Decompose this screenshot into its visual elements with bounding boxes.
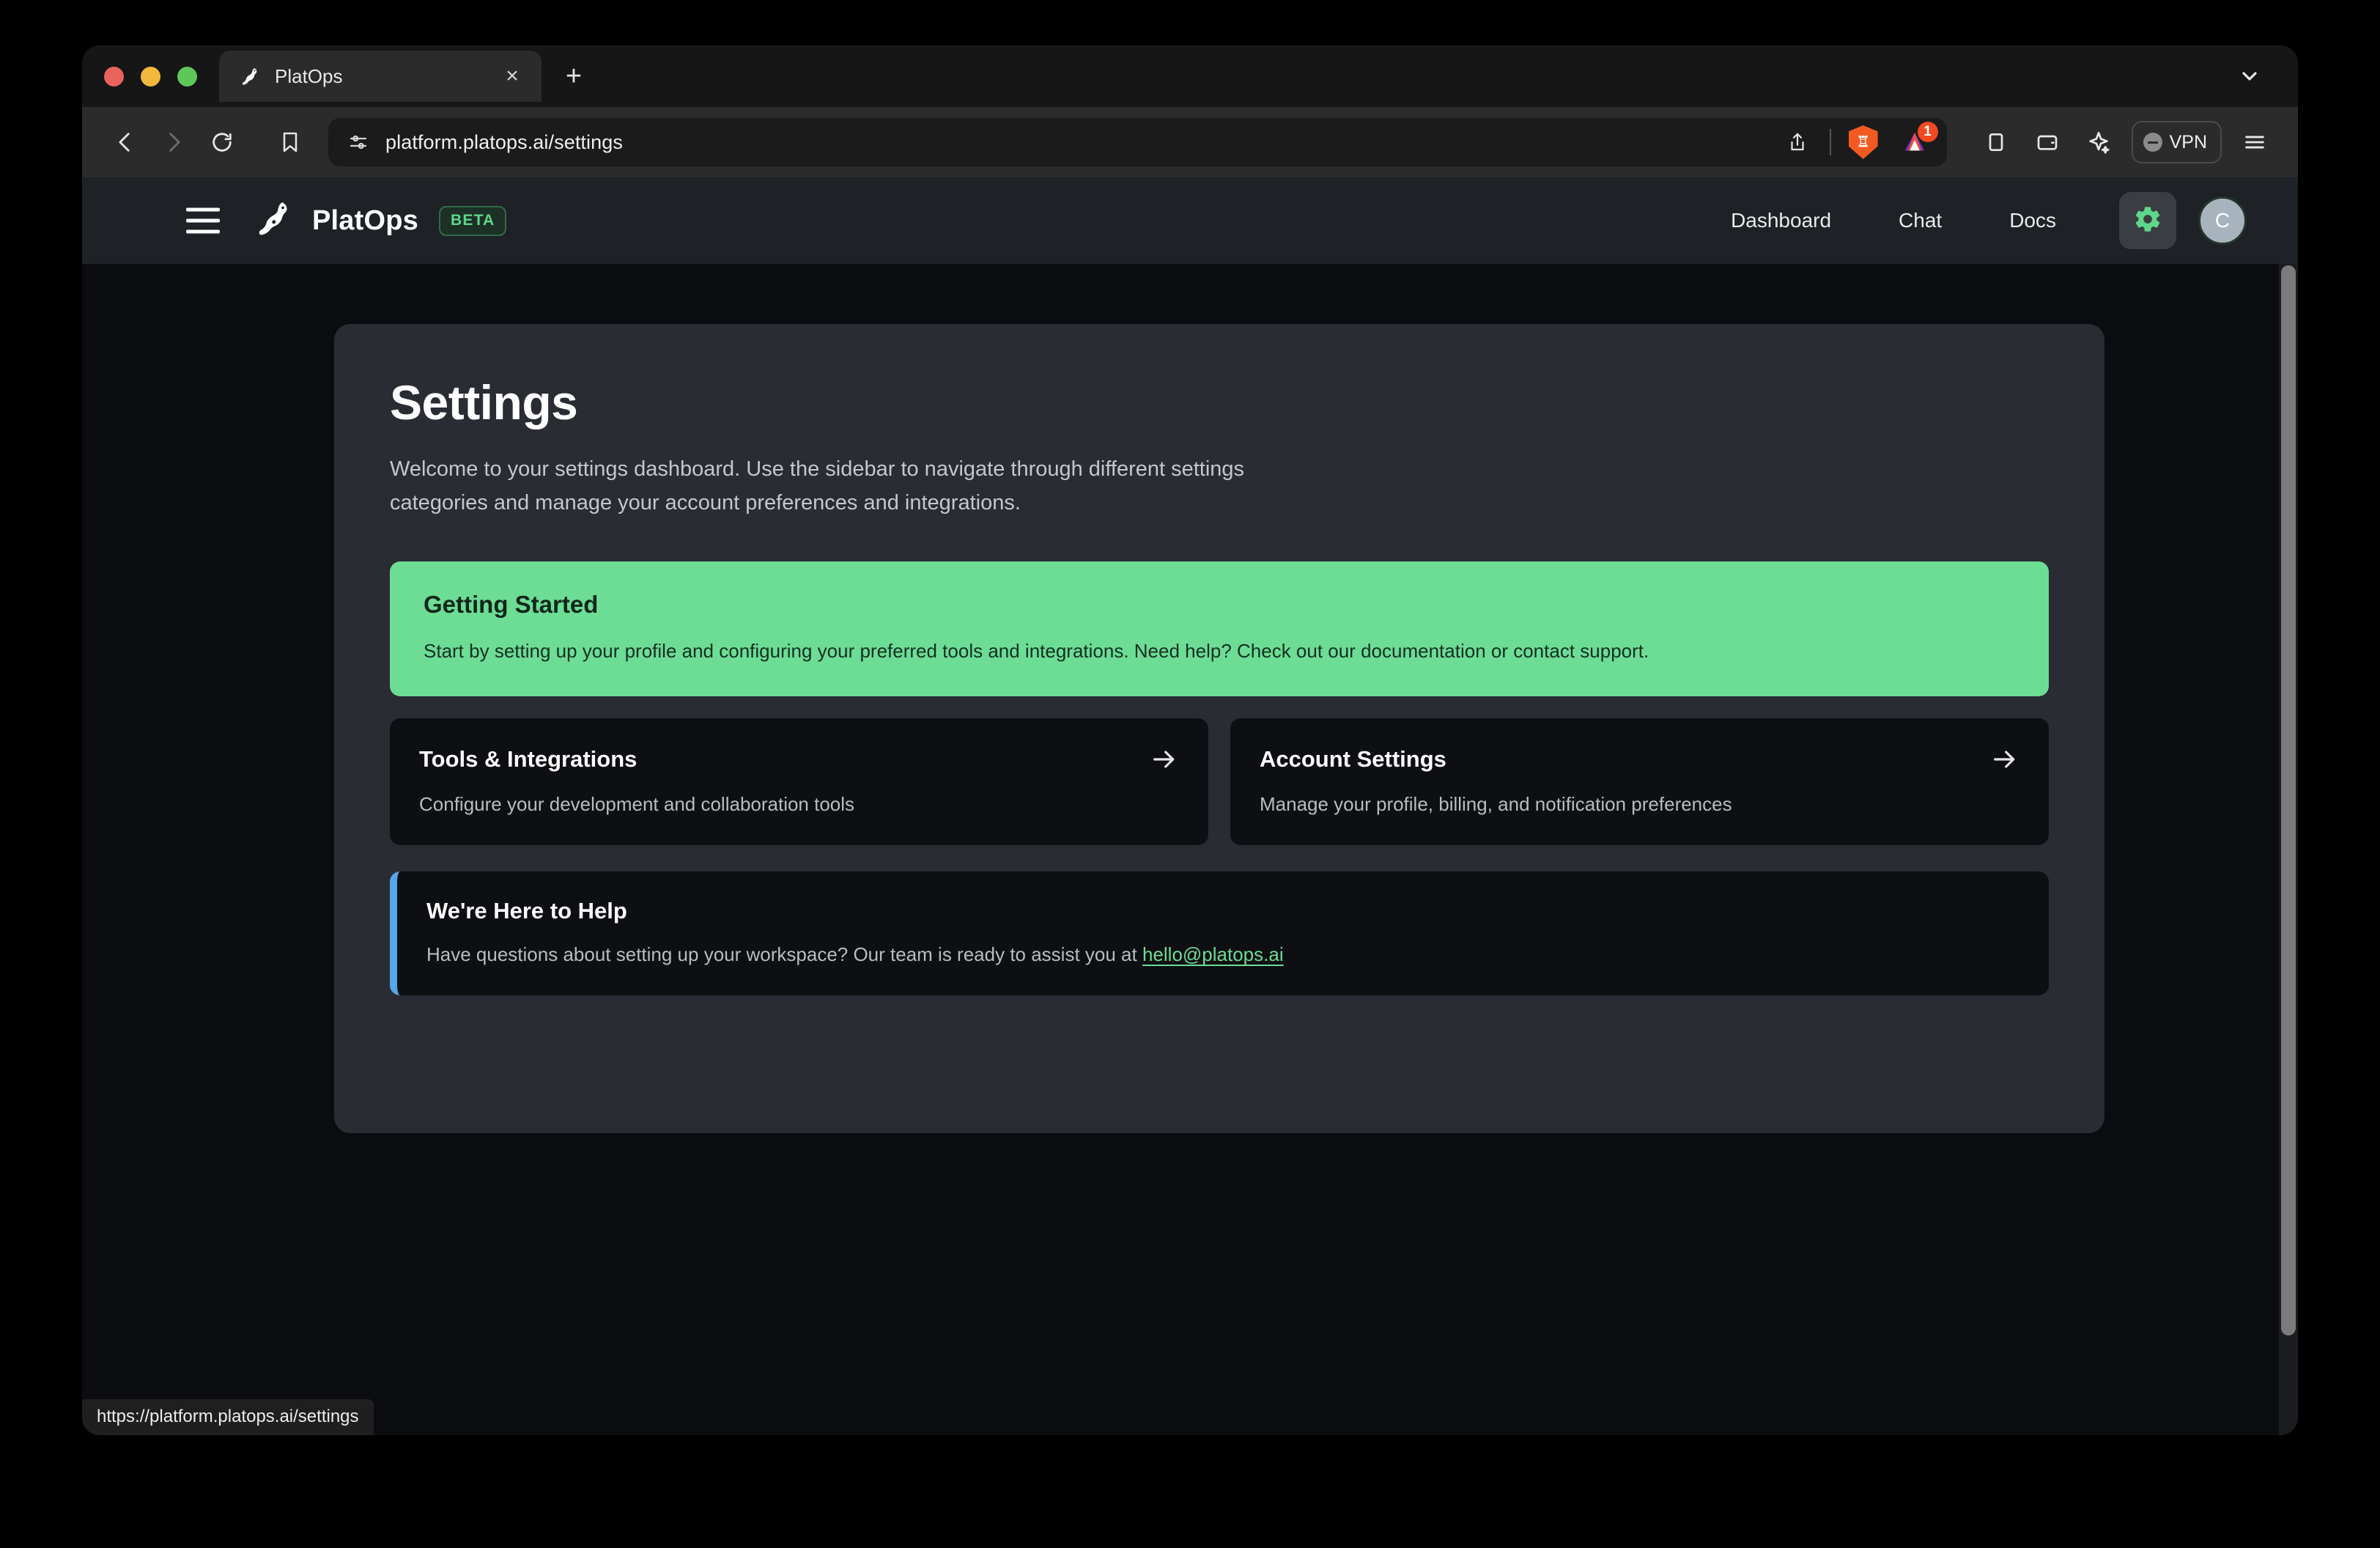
card-title: Account Settings (1260, 746, 1446, 773)
help-title: We're Here to Help (426, 898, 627, 924)
leo-sparkle-icon[interactable] (2077, 121, 2120, 163)
extension-icon[interactable]: 1 (1896, 122, 1938, 161)
card-description: Manage your profile, billing, and notifi… (1260, 793, 1732, 816)
brand[interactable]: PlatOps BETA (255, 199, 507, 242)
card-title: Tools & Integrations (419, 746, 638, 773)
minimize-window-button[interactable] (141, 66, 160, 86)
browser-window: PlatOps × + platform.platops.ai/settings… (82, 45, 2298, 1435)
brave-lion-icon[interactable]: ♖ (1844, 123, 1882, 161)
nav-docs[interactable]: Docs (1976, 209, 2090, 232)
vpn-off-icon (2143, 133, 2162, 152)
back-arrow-icon[interactable] (103, 119, 148, 165)
brand-name: PlatOps (312, 204, 418, 236)
arrow-right-icon (1990, 745, 2019, 774)
extension-badge: 1 (1917, 122, 1938, 142)
window-traffic-lights (104, 66, 197, 86)
card-header: Account Settings (1260, 745, 2019, 774)
browser-toolbar: platform.platops.ai/settings ♖ 1 VPN (82, 107, 2298, 177)
settings-card-row: Tools & Integrations Configure your deve… (390, 718, 2049, 846)
hamburger-menu-icon[interactable] (2233, 121, 2276, 163)
bookmark-icon[interactable] (268, 120, 312, 164)
card-header: Tools & Integrations (419, 745, 1179, 774)
close-window-button[interactable] (104, 66, 124, 86)
nav-dashboard[interactable]: Dashboard (1697, 209, 1865, 232)
chevron-down-icon[interactable] (2233, 60, 2266, 92)
divider (1829, 129, 1831, 155)
help-text: Have questions about setting up your wor… (426, 943, 1142, 966)
new-tab-button[interactable]: + (553, 56, 594, 97)
page-subtitle: Welcome to your settings dashboard. Use … (390, 457, 1245, 515)
page-scrollbar[interactable] (2279, 264, 2298, 1435)
maximize-window-button[interactable] (177, 66, 197, 86)
vpn-button[interactable]: VPN (2131, 121, 2222, 163)
sidebar-panel-icon[interactable] (1975, 121, 2017, 163)
gear-icon (2133, 204, 2162, 237)
support-email-link[interactable]: hello@platops.ai (1142, 943, 1284, 965)
help-callout: We're Here to Help Have questions about … (390, 871, 2049, 996)
app-navigation: Dashboard Chat Docs C (1697, 192, 2247, 249)
platypus-icon (240, 65, 262, 87)
getting-started-banner: Getting Started Start by setting up your… (390, 561, 2049, 697)
tab-title: PlatOps (275, 64, 343, 87)
reload-icon[interactable] (199, 119, 245, 165)
page-body: Settings Welcome to your settings dashbo… (82, 264, 2298, 1435)
card-tools-integrations[interactable]: Tools & Integrations Configure your deve… (390, 718, 1208, 846)
close-tab-button[interactable]: × (499, 63, 525, 89)
help-text-wrapper: Have questions about setting up your wor… (426, 943, 2019, 966)
app-header: PlatOps BETA Dashboard Chat Docs C (82, 177, 2298, 264)
arrow-right-icon (1150, 745, 1179, 774)
banner-title: Getting Started (424, 590, 599, 618)
address-bar[interactable]: platform.platops.ai/settings ♖ 1 (328, 118, 1947, 166)
platypus-logo-icon (255, 199, 296, 242)
beta-badge: BETA (439, 205, 507, 236)
card-description: Configure your development and collabora… (419, 793, 855, 816)
share-icon[interactable] (1778, 123, 1817, 161)
tab-strip: PlatOps × + (82, 45, 2298, 107)
card-account-settings[interactable]: Account Settings Manage your profile, bi… (1230, 718, 2049, 846)
page-viewport: PlatOps BETA Dashboard Chat Docs C Setti… (82, 177, 2298, 1435)
banner-text: Start by setting up your profile and con… (424, 639, 1649, 662)
wallet-icon[interactable] (2026, 121, 2069, 163)
address-bar-actions: ♖ 1 (1778, 122, 1938, 161)
scrollbar-thumb[interactable] (2281, 265, 2296, 1335)
status-bar-url: https://platform.platops.ai/settings (82, 1399, 374, 1435)
settings-button[interactable] (2119, 192, 2176, 249)
browser-tab[interactable]: PlatOps × (219, 51, 542, 102)
avatar[interactable]: C (2198, 196, 2247, 245)
toolbar-right-actions: VPN (1975, 121, 2276, 163)
site-settings-icon[interactable] (347, 131, 369, 153)
hamburger-menu-icon[interactable] (186, 207, 220, 234)
page-title: Settings (390, 375, 578, 430)
url-text: platform.platops.ai/settings (385, 130, 623, 153)
settings-panel: Settings Welcome to your settings dashbo… (334, 324, 2104, 1133)
nav-chat[interactable]: Chat (1865, 209, 1976, 232)
forward-arrow-icon[interactable] (151, 119, 196, 165)
vpn-label: VPN (2169, 131, 2207, 152)
